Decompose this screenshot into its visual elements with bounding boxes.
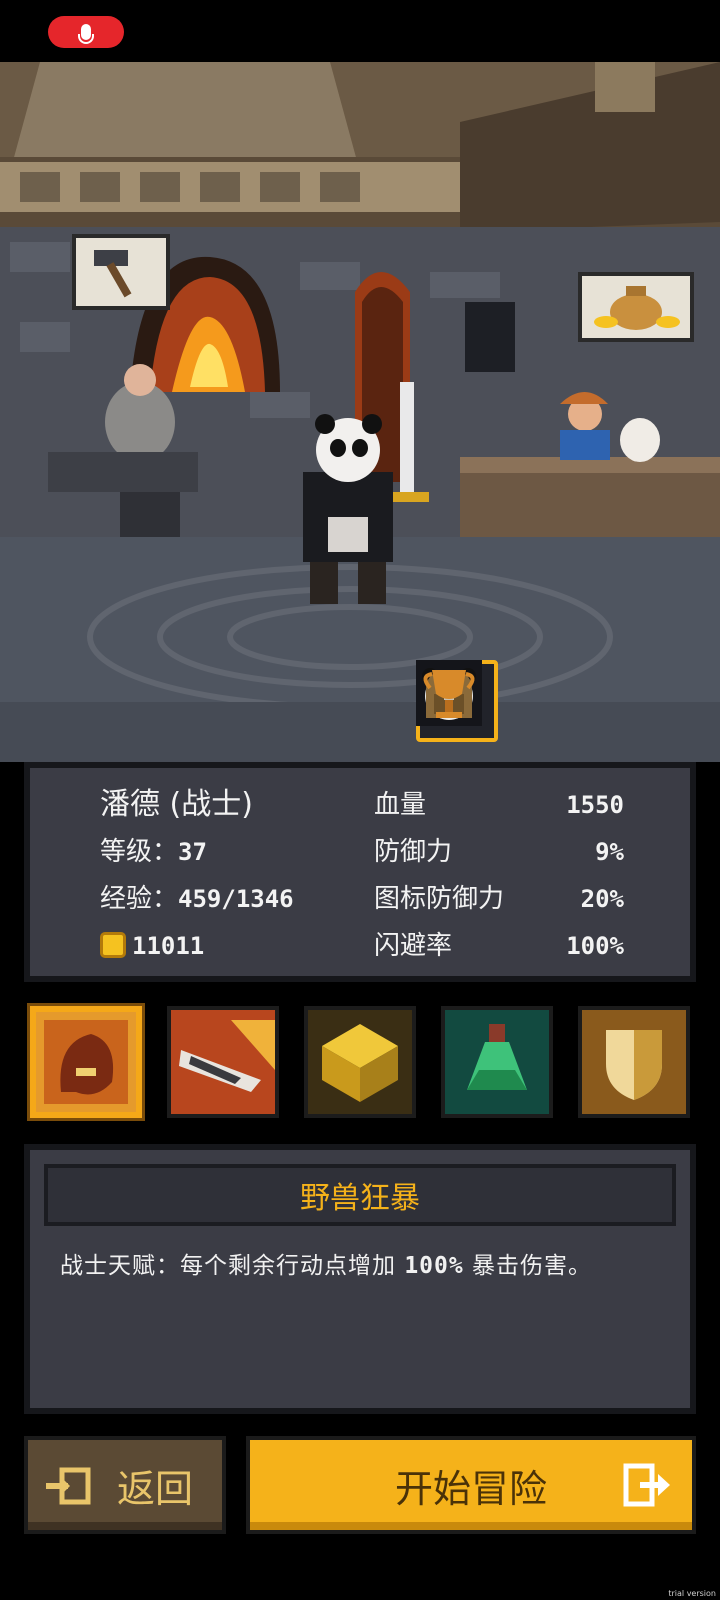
skill-slot-5[interactable] [578, 1006, 690, 1118]
back-button-label: 返回 [116, 1466, 193, 1511]
status-bar [0, 0, 720, 62]
exp-value: 459/1346 [178, 885, 294, 913]
stat-labels: 血量 防御力 图标防御力 闪避率 [374, 782, 504, 970]
gold-coin-icon [100, 932, 126, 958]
skill-slot-2[interactable] [167, 1006, 279, 1118]
skill-text-suffix: 暴击伤害。 [463, 1253, 593, 1279]
trial-watermark: trial version [668, 1589, 716, 1598]
stat-label-dodge: 闪避率 [374, 931, 453, 961]
gold-value: 11011 [132, 932, 205, 960]
scene-art [0, 62, 720, 762]
level-label: 等级： [100, 837, 179, 867]
gold-row: 11011 [100, 923, 294, 970]
skill-slot-3[interactable] [304, 1006, 416, 1118]
stat-label-icon-defense: 图标防御力 [374, 884, 505, 914]
skill-description: 战士天赋：每个剩余行动点增加 100% 暴击伤害。 [60, 1246, 592, 1280]
stat-label-defense: 防御力 [374, 837, 453, 867]
tab-trophies[interactable] [423, 660, 710, 742]
skill-slot-1[interactable] [30, 1006, 142, 1118]
exit-arrow-icon [623, 1463, 670, 1507]
screen-record-indicator[interactable] [48, 16, 124, 48]
exp-label: 经验： [100, 884, 179, 914]
skill-description-panel: 野兽狂暴 战士天赋：每个剩余行动点增加 100% 暴击伤害。 [24, 1144, 696, 1414]
money-sack-icon [594, 286, 680, 330]
beast-rage-icon [36, 1012, 136, 1112]
merchant-speech-bubble[interactable] [578, 272, 694, 342]
blade-strike-icon [171, 1010, 275, 1114]
stat-value-hp: 1550 [566, 791, 624, 819]
stat-label-hp: 血量 [374, 790, 427, 820]
character-name: 潘德 (战士) [100, 787, 253, 822]
skill-slot-4[interactable] [441, 1006, 553, 1118]
menu-tabs [416, 660, 710, 742]
start-button-label: 开始冒险 [394, 1466, 547, 1511]
microphone-icon [78, 24, 94, 44]
start-adventure-button[interactable]: 开始冒险 [246, 1436, 696, 1534]
stat-value-icon-defense: 20% [580, 885, 624, 913]
back-button[interactable]: 返回 [24, 1436, 226, 1534]
green-potion-icon [445, 1010, 549, 1114]
trophy-icon [423, 670, 475, 718]
skill-title: 野兽狂暴 [44, 1164, 676, 1226]
blacksmith-speech-bubble[interactable] [72, 234, 170, 310]
skill-text-value: 100% [404, 1253, 464, 1279]
character-info: 潘德 (战士) 等级：37 经验：459/1346 11011 [100, 782, 294, 970]
tab-inventory[interactable] [426, 660, 604, 742]
skill-text-prefix: 战士天赋：每个剩余行动点增加 [60, 1253, 405, 1279]
golden-chest-icon [308, 1010, 412, 1114]
hammer-icon [94, 250, 132, 298]
stat-value-dodge: 100% [566, 932, 624, 960]
stat-value-defense: 9% [595, 838, 624, 866]
enter-arrow-icon [46, 1467, 91, 1505]
exp-row: 经验：459/1346 [100, 876, 294, 923]
stat-values: 1550 9% 20% 100% [566, 782, 624, 970]
level-row: 等级：37 [100, 829, 294, 876]
tavern-scene [0, 62, 720, 762]
skill-bar [30, 1006, 690, 1124]
character-stats-panel: 潘德 (战士) 等级：37 经验：459/1346 11011 血量 防御力 图… [24, 762, 696, 982]
shield-icon [582, 1010, 686, 1114]
level-value: 37 [178, 838, 207, 866]
